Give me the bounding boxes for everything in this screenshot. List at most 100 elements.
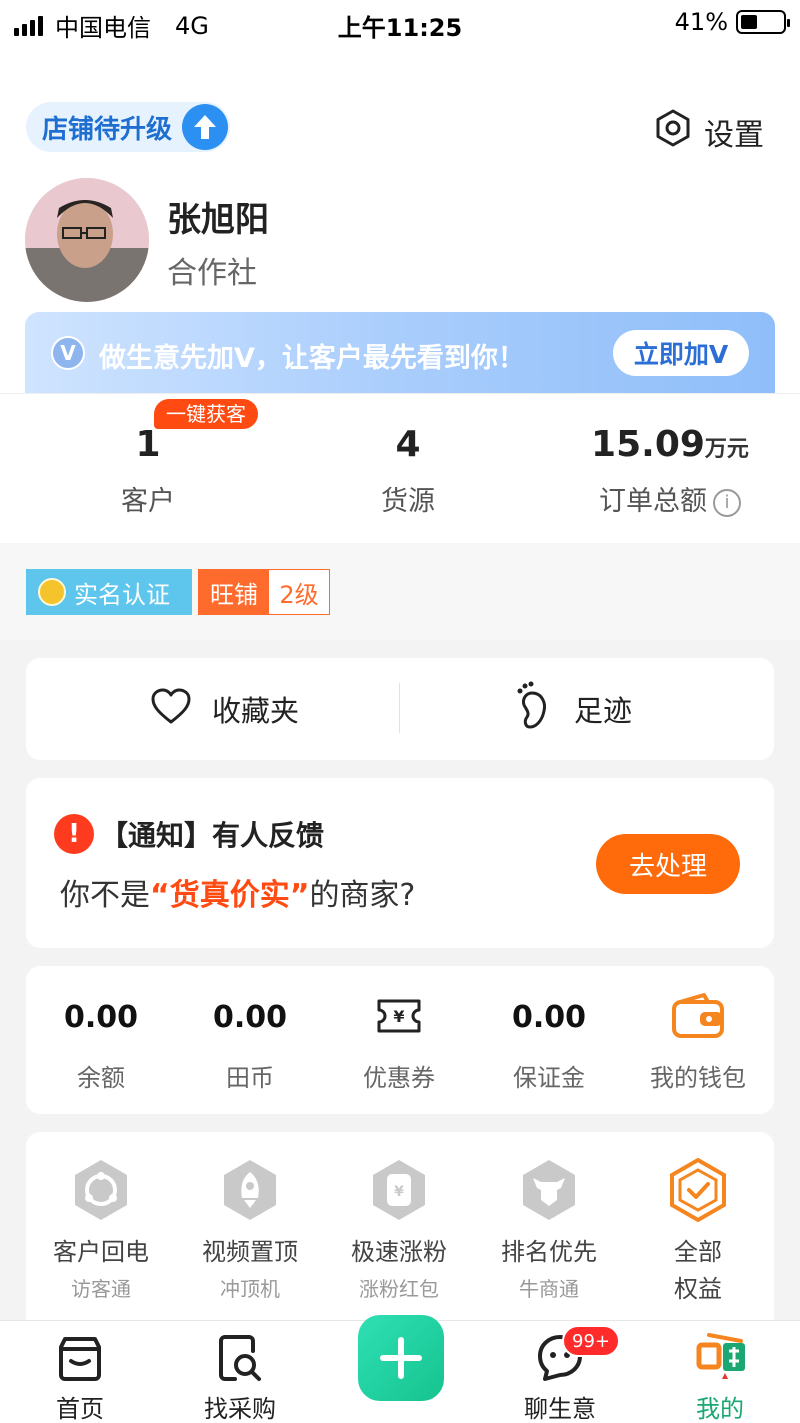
tab-chat-label: 聊生意 <box>524 1395 596 1423</box>
balance-label: 余额 <box>77 1064 125 1092</box>
benefit-customer-callback[interactable]: 客户回电 访客通 <box>26 1132 176 1302</box>
stats-row: 一键获客 1 客户 4 货源 15.09万元 订单总额 i <box>0 393 800 543</box>
shop-label: 旺铺 <box>199 570 269 614</box>
vip-banner-text: 做生意先加V，让客户最先看到你！ <box>99 343 525 374</box>
svg-text:¥: ¥ <box>393 1007 404 1026</box>
benefit-all[interactable]: 全部 权益 <box>623 1132 773 1304</box>
stat-value: 4 <box>395 424 421 465</box>
coupon-label: 优惠券 <box>363 1064 435 1092</box>
my-wallet-item[interactable]: 我的钱包 <box>623 966 773 1114</box>
coupon-item[interactable]: ¥ 优惠券 <box>324 966 474 1114</box>
gear-icon <box>654 108 692 156</box>
unread-badge: 99+ <box>562 1325 620 1357</box>
shop-level: 2级 <box>269 570 329 614</box>
benefit-title: 客户回电 <box>53 1238 149 1266</box>
notice-title: ! 【通知】有人反馈 <box>54 814 324 854</box>
alert-icon: ! <box>54 814 94 854</box>
get-customers-tag[interactable]: 一键获客 <box>154 399 258 429</box>
benefit-subtitle: 涨粉红包 <box>359 1277 439 1301</box>
tab-find-purchase-label: 找采购 <box>204 1395 276 1423</box>
deposit-item[interactable]: 0.00 保证金 <box>474 966 624 1114</box>
favorites-button[interactable]: 收藏夹 <box>150 658 299 760</box>
plus-icon <box>380 1337 422 1379</box>
footprint-icon <box>514 681 554 738</box>
heart-icon <box>150 687 192 732</box>
stat-order-total[interactable]: 15.09万元 订单总额 i <box>580 424 760 518</box>
divider <box>399 683 400 733</box>
handle-notice-button[interactable]: 去处理 <box>596 834 740 894</box>
real-name-badge[interactable]: 实名认证 <box>26 569 192 615</box>
status-bar: 中国电信 4G 上午11:25 41% <box>0 0 800 48</box>
stat-unit: 万元 <box>704 437 749 462</box>
notice-body: 你不是“货真价实”的商家? <box>60 870 415 914</box>
benefit-ranking-priority[interactable]: 排名优先 牛商通 <box>474 1132 624 1302</box>
battery-percent: 41% <box>674 8 728 36</box>
deposit-value: 0.00 <box>511 1000 587 1035</box>
stat-label: 货源 <box>381 486 435 517</box>
notice-card: ! 【通知】有人反馈 你不是“货真价实”的商家? 去处理 <box>26 778 774 948</box>
search-icon <box>215 1333 265 1383</box>
stat-value: 15.09 <box>591 424 705 465</box>
notice-body-prefix: 你不是 <box>60 878 150 913</box>
notice-body-suffix: 的商家? <box>309 878 416 913</box>
deposit-label: 保证金 <box>513 1064 585 1092</box>
stat-label: 客户 <box>121 486 175 517</box>
tab-mine-label: 我的 <box>696 1395 744 1423</box>
benefit-title: 极速涨粉 <box>351 1238 447 1266</box>
info-icon[interactable]: i <box>713 488 741 517</box>
coupon-icon: ¥ <box>324 999 474 1040</box>
share-hex-icon <box>69 1158 133 1222</box>
balance-value: 0.00 <box>63 1000 139 1035</box>
vip-v-icon: V <box>51 336 85 370</box>
profile-header: 店铺待升级 设置 张旭阳 合作社 V 做生意先加V，让客户最先看到你！ 立即加V <box>0 48 800 393</box>
vip-banner[interactable]: V 做生意先加V，让客户最先看到你！ 立即加V <box>25 312 775 393</box>
balance-item[interactable]: 0.00 余额 <box>26 966 176 1114</box>
settings-label: 设置 <box>704 118 764 153</box>
shop-level-badge[interactable]: 旺铺 2级 <box>198 569 330 615</box>
benefit-video-top[interactable]: 视频置顶 冲顶机 <box>175 1132 325 1302</box>
verified-seal-icon <box>38 578 66 606</box>
tab-chat[interactable]: 聊生意 99+ <box>500 1325 620 1423</box>
tian-coin-item[interactable]: 0.00 田币 <box>175 966 325 1114</box>
stat-value: 1 <box>135 424 161 465</box>
footprints-label: 足迹 <box>574 694 633 728</box>
tab-home-label: 首页 <box>56 1395 104 1423</box>
favorites-label: 收藏夹 <box>212 694 300 728</box>
notice-body-highlight: “货真价实” <box>150 878 310 913</box>
benefit-title: 视频置顶 <box>202 1238 298 1266</box>
money-jar-hex-icon: ¥ <box>367 1158 431 1222</box>
benefit-subtitle: 冲顶机 <box>220 1277 280 1301</box>
shop-upgrade-button[interactable]: 店铺待升级 <box>26 102 230 152</box>
koubei-logo-icon <box>695 1333 745 1383</box>
tab-find-purchase[interactable]: 找采购 <box>180 1333 300 1423</box>
benefits-card: 客户回电 访客通 视频置顶 冲顶机 ¥ 极速涨粉 涨粉红包 排名优先 牛商通 全… <box>26 1132 774 1332</box>
benefit-title-line2: 权益 <box>674 1275 722 1303</box>
avatar[interactable] <box>25 178 149 302</box>
tab-home[interactable]: 首页 <box>20 1333 140 1423</box>
wallet-card: 0.00 余额 0.00 田币 ¥ 优惠券 0.00 保证金 我的钱包 <box>26 966 774 1114</box>
home-icon <box>55 1333 105 1383</box>
tian-coin-label: 田币 <box>226 1064 274 1092</box>
stat-supply[interactable]: 4 货源 <box>348 424 468 518</box>
join-vip-button[interactable]: 立即加V <box>613 330 749 376</box>
notice-title-text: 【通知】有人反馈 <box>100 819 325 852</box>
certification-badges: 实名认证 旺铺 2级 <box>0 543 800 640</box>
benefit-subtitle: 牛商通 <box>519 1277 579 1301</box>
favorites-card: 收藏夹 足迹 <box>26 658 774 760</box>
bottom-tab-bar: 首页 找采购 聊生意 99+ 我的 <box>0 1315 800 1423</box>
tab-mine[interactable]: 我的 <box>660 1333 780 1423</box>
footprints-button[interactable]: 足迹 <box>514 658 632 760</box>
arrow-up-icon <box>182 104 228 150</box>
tian-coin-value: 0.00 <box>212 1000 288 1035</box>
stat-customers[interactable]: 一键获客 1 客户 <box>88 399 258 518</box>
wallet-icon <box>623 993 773 1040</box>
battery-icon <box>736 10 790 34</box>
stat-label: 订单总额 <box>599 486 707 517</box>
check-hex-icon <box>666 1157 730 1223</box>
benefit-title: 排名优先 <box>501 1238 597 1266</box>
bull-hex-icon <box>517 1158 581 1222</box>
settings-button[interactable]: 设置 <box>654 108 764 156</box>
benefit-subtitle: 访客通 <box>71 1277 131 1301</box>
benefit-fast-fans[interactable]: ¥ 极速涨粉 涨粉红包 <box>324 1132 474 1302</box>
publish-plus-button[interactable] <box>358 1315 444 1401</box>
